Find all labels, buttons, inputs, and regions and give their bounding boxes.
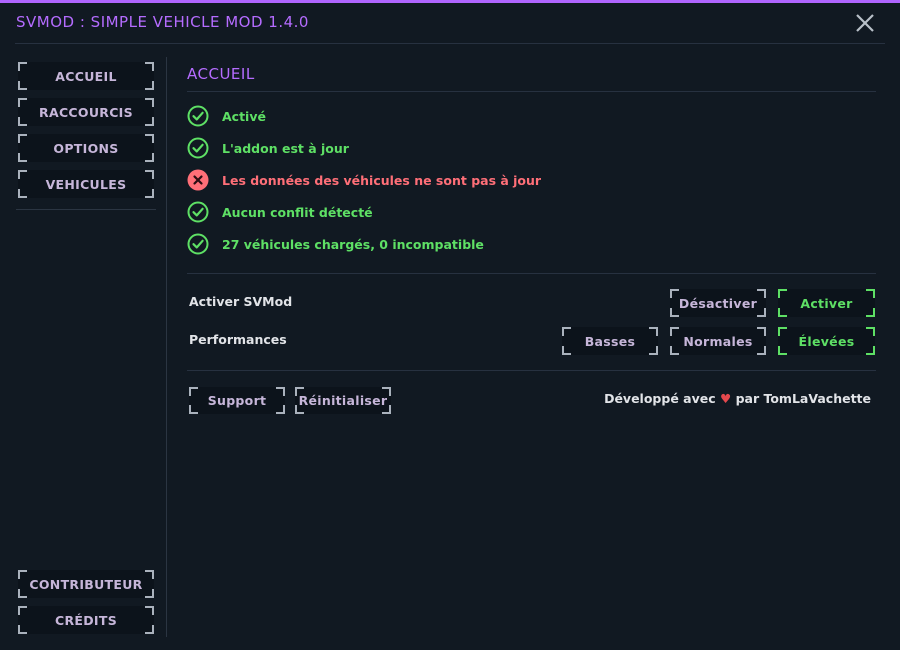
check-circle-icon [187, 201, 209, 223]
status-item: Les données des véhicules ne sont pas à … [187, 168, 541, 192]
sidebar-divider [16, 209, 156, 210]
sidebar-item-contributeur[interactable]: CONTRIBUTEUR [18, 570, 154, 598]
button-label: Activer [800, 295, 853, 311]
performance-low-button[interactable]: Basses [562, 327, 658, 355]
sidebar-item-label: VEHICULES [45, 176, 127, 192]
page-title: ACCUEIL [187, 65, 255, 83]
sidebar-item-accueil[interactable]: ACCUEIL [18, 62, 154, 90]
heart-icon: ♥ [720, 391, 732, 406]
sidebar-item-label: ACCUEIL [55, 68, 117, 84]
svmod-window: SVMOD : SIMPLE VEHICLE MOD 1.4.0 ACCUEIL… [0, 0, 900, 650]
status-text: Les données des véhicules ne sont pas à … [222, 172, 542, 188]
status-text: L'addon est à jour [222, 140, 349, 156]
performance-normal-button[interactable]: Normales [670, 327, 766, 355]
status-item: L'addon est à jour [187, 136, 349, 160]
sidebar-vertical-divider [166, 57, 167, 637]
credit-text: Développé avec ♥ par TomLaVachette [604, 391, 871, 406]
sidebar-item-label: CRÉDITS [55, 612, 117, 628]
check-circle-icon [187, 233, 209, 255]
status-item: Activé [187, 104, 266, 128]
sidebar-item-credits[interactable]: CRÉDITS [18, 606, 154, 634]
status-item: 27 véhicules chargés, 0 incompatible [187, 232, 484, 256]
credit-prefix: Développé avec [604, 391, 716, 406]
sidebar-item-label: OPTIONS [53, 140, 119, 156]
button-label: Normales [683, 333, 753, 349]
error-circle-icon [187, 169, 209, 191]
close-icon[interactable] [854, 12, 876, 34]
title-underline [187, 91, 876, 92]
sidebar-item-options[interactable]: OPTIONS [18, 134, 154, 162]
window-title: SVMOD : SIMPLE VEHICLE MOD 1.4.0 [16, 13, 309, 31]
reset-button[interactable]: Réinitialiser [295, 387, 391, 414]
performance-label: Performances [189, 332, 287, 347]
button-label: Élevées [798, 333, 855, 349]
section-divider [187, 370, 876, 371]
button-label: Réinitialiser [298, 393, 388, 408]
sidebar-item-raccourcis[interactable]: RACCOURCIS [18, 98, 154, 126]
button-label: Désactiver [678, 295, 758, 311]
button-label: Support [207, 393, 267, 408]
performance-high-button[interactable]: Élevées [778, 327, 875, 355]
credit-suffix: par TomLaVachette [735, 391, 871, 406]
support-button[interactable]: Support [189, 387, 285, 414]
status-text: 27 véhicules chargés, 0 incompatible [222, 236, 484, 252]
status-item: Aucun conflit détecté [187, 200, 373, 224]
sidebar: ACCUEIL RACCOURCIS OPTIONS VEHICULES CON… [16, 59, 156, 637]
button-label: Basses [584, 333, 636, 349]
check-circle-icon [187, 105, 209, 127]
status-text: Activé [222, 108, 266, 124]
disable-button[interactable]: Désactiver [670, 289, 766, 317]
section-divider [187, 273, 876, 274]
enable-button[interactable]: Activer [778, 289, 875, 317]
sidebar-item-label: RACCOURCIS [39, 104, 133, 120]
check-circle-icon [187, 137, 209, 159]
status-text: Aucun conflit détecté [222, 204, 373, 220]
sidebar-item-label: CONTRIBUTEUR [29, 576, 143, 592]
enable-label: Activer SVMod [189, 294, 293, 309]
sidebar-item-vehicules[interactable]: VEHICULES [18, 170, 154, 198]
title-divider [15, 43, 885, 44]
